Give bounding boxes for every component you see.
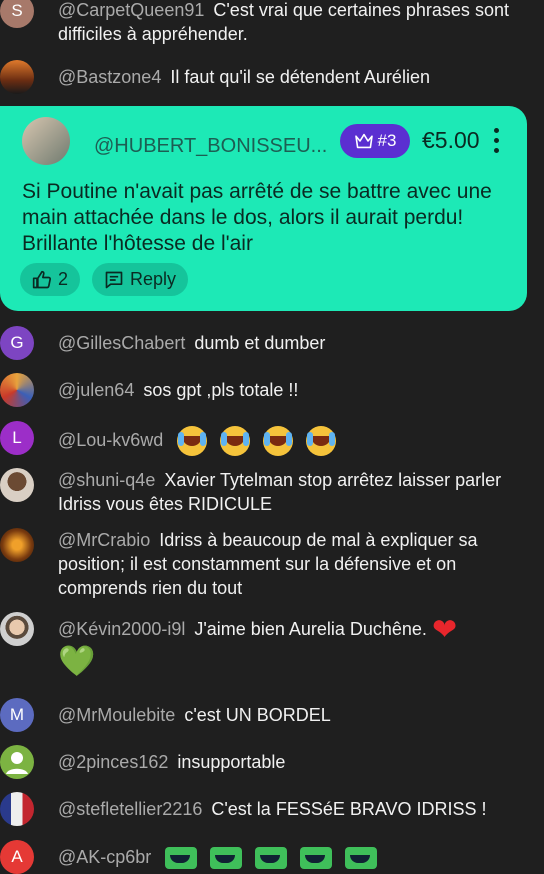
chat-message: M @MrMoulebite c'est UN BORDEL <box>0 698 544 732</box>
super-chat-text: Si Poutine n'avait pas arrêté de se batt… <box>22 180 492 255</box>
thumb-up-icon <box>32 270 52 288</box>
green-emoji <box>255 847 288 870</box>
like-count: 2 <box>58 269 69 289</box>
message-author[interactable]: @MrCrabio <box>58 530 150 550</box>
rank-label: #3 <box>377 131 397 150</box>
message-body: @Kévin2000-i9l J'aime bien Aurelia Duchên… <box>58 615 524 682</box>
tears-of-joy-emoji <box>263 426 294 456</box>
message-author[interactable]: @shuni-q4e <box>58 470 155 490</box>
message-text: J'aime bien Aurelia Duchêne. <box>194 619 427 639</box>
avatar[interactable]: M <box>0 698 34 732</box>
rank-badge: #3 <box>340 124 410 158</box>
like-button[interactable]: 2 <box>20 263 81 296</box>
message-text: insupportable <box>177 752 286 772</box>
message-body: @julen64 sos gpt ,pls totale !! <box>58 378 524 402</box>
message-body: @shuni-q4e Xavier Tytelman stop arrêtez l… <box>58 468 524 516</box>
green-emoji <box>300 847 333 870</box>
message-author[interactable]: @julen64 <box>58 380 134 400</box>
chat-message: @2pinces162 insupportable <box>0 745 544 779</box>
message-author[interactable]: @GillesChabert <box>58 333 185 353</box>
avatar[interactable] <box>22 117 70 165</box>
super-chat-amount: €5.00 <box>422 127 480 153</box>
message-body: @2pinces162 insupportable <box>58 750 524 774</box>
reply-button[interactable]: Reply <box>92 263 189 296</box>
message-text: dumb et dumber <box>194 333 326 353</box>
reply-label: Reply <box>130 269 177 289</box>
chat-message: @Kévin2000-i9l J'aime bien Aurelia Duchên… <box>0 612 544 684</box>
avatar[interactable]: G <box>0 326 34 360</box>
tears-of-joy-emoji <box>177 426 208 456</box>
chat-message: @Bastzone4 Il faut qu'il se détendent Aur… <box>0 60 544 94</box>
message-author[interactable]: @Bastzone4 <box>58 67 161 87</box>
message-author[interactable]: @stefletellier2216 <box>58 799 202 819</box>
tears-of-joy-emoji <box>220 426 251 456</box>
chat-message: @julen64 sos gpt ,pls totale !! <box>0 373 544 407</box>
message-body: @Lou-kv6wd <box>58 426 524 456</box>
chat-message: A @AK-cp6br <box>0 840 544 874</box>
message-author[interactable]: @MrMoulebite <box>58 705 175 725</box>
message-body: @MrMoulebite c'est UN BORDEL <box>58 703 524 727</box>
message-text: c'est UN BORDEL <box>184 705 331 725</box>
message-body: @Bastzone4 Il faut qu'il se détendent Aur… <box>58 65 524 89</box>
green-emoji <box>165 847 198 870</box>
message-body: @stefletellier2216 C'est la FESSéE BRAVO … <box>58 797 524 821</box>
chat-message: @stefletellier2216 C'est la FESSéE BRAVO … <box>0 792 544 826</box>
avatar[interactable] <box>0 612 34 646</box>
avatar[interactable] <box>0 528 34 562</box>
chat-message: @shuni-q4e Xavier Tytelman stop arrêtez l… <box>0 468 544 516</box>
crown-icon <box>354 133 373 149</box>
avatar[interactable]: A <box>0 840 34 874</box>
chat-message: @MrCrabio Idriss à beaucoup de mal à expl… <box>0 528 544 600</box>
chat-message: S @CarpetQueen91 C'est vrai que certaines… <box>0 0 544 48</box>
message-author[interactable]: @2pinces162 <box>58 752 168 772</box>
avatar[interactable] <box>0 373 34 407</box>
message-body: @AK-cp6br <box>58 845 524 870</box>
avatar[interactable] <box>0 468 34 502</box>
message-text: sos gpt ,pls totale !! <box>143 380 299 400</box>
green-emoji <box>210 847 243 870</box>
chat-message: G @GillesChabert dumb et dumber <box>0 326 544 360</box>
red-heart-emoji: ❤ <box>431 613 458 647</box>
message-author[interactable]: @AK-cp6br <box>58 847 151 867</box>
reply-icon <box>105 271 123 288</box>
message-body: @GillesChabert dumb et dumber <box>58 331 524 355</box>
tears-of-joy-emoji <box>306 426 337 456</box>
avatar[interactable] <box>0 60 34 94</box>
message-body: @CarpetQueen91 C'est vrai que certaines p… <box>58 0 524 46</box>
message-author[interactable]: @CarpetQueen91 <box>58 0 204 20</box>
green-heart-emoji: 💚 <box>58 645 96 679</box>
avatar[interactable] <box>0 745 34 779</box>
avatar[interactable]: L <box>0 421 34 455</box>
message-text: Il faut qu'il se détendent Aurélien <box>170 67 430 87</box>
avatar[interactable]: S <box>0 0 34 28</box>
chat-message: L @Lou-kv6wd <box>0 421 544 456</box>
message-author[interactable]: @Kévin2000-i9l <box>58 619 185 639</box>
more-options-icon[interactable] <box>494 128 500 156</box>
default-user-icon <box>6 752 28 774</box>
avatar[interactable] <box>0 792 34 826</box>
message-author[interactable]: @Lou-kv6wd <box>58 430 163 450</box>
message-text: C'est la FESSéE BRAVO IDRISS ! <box>211 799 487 819</box>
message-body: @MrCrabio Idriss à beaucoup de mal à expl… <box>58 528 524 600</box>
green-emoji <box>345 847 378 870</box>
super-chat-author[interactable]: @HUBERT_BONISSEU... <box>94 135 327 158</box>
